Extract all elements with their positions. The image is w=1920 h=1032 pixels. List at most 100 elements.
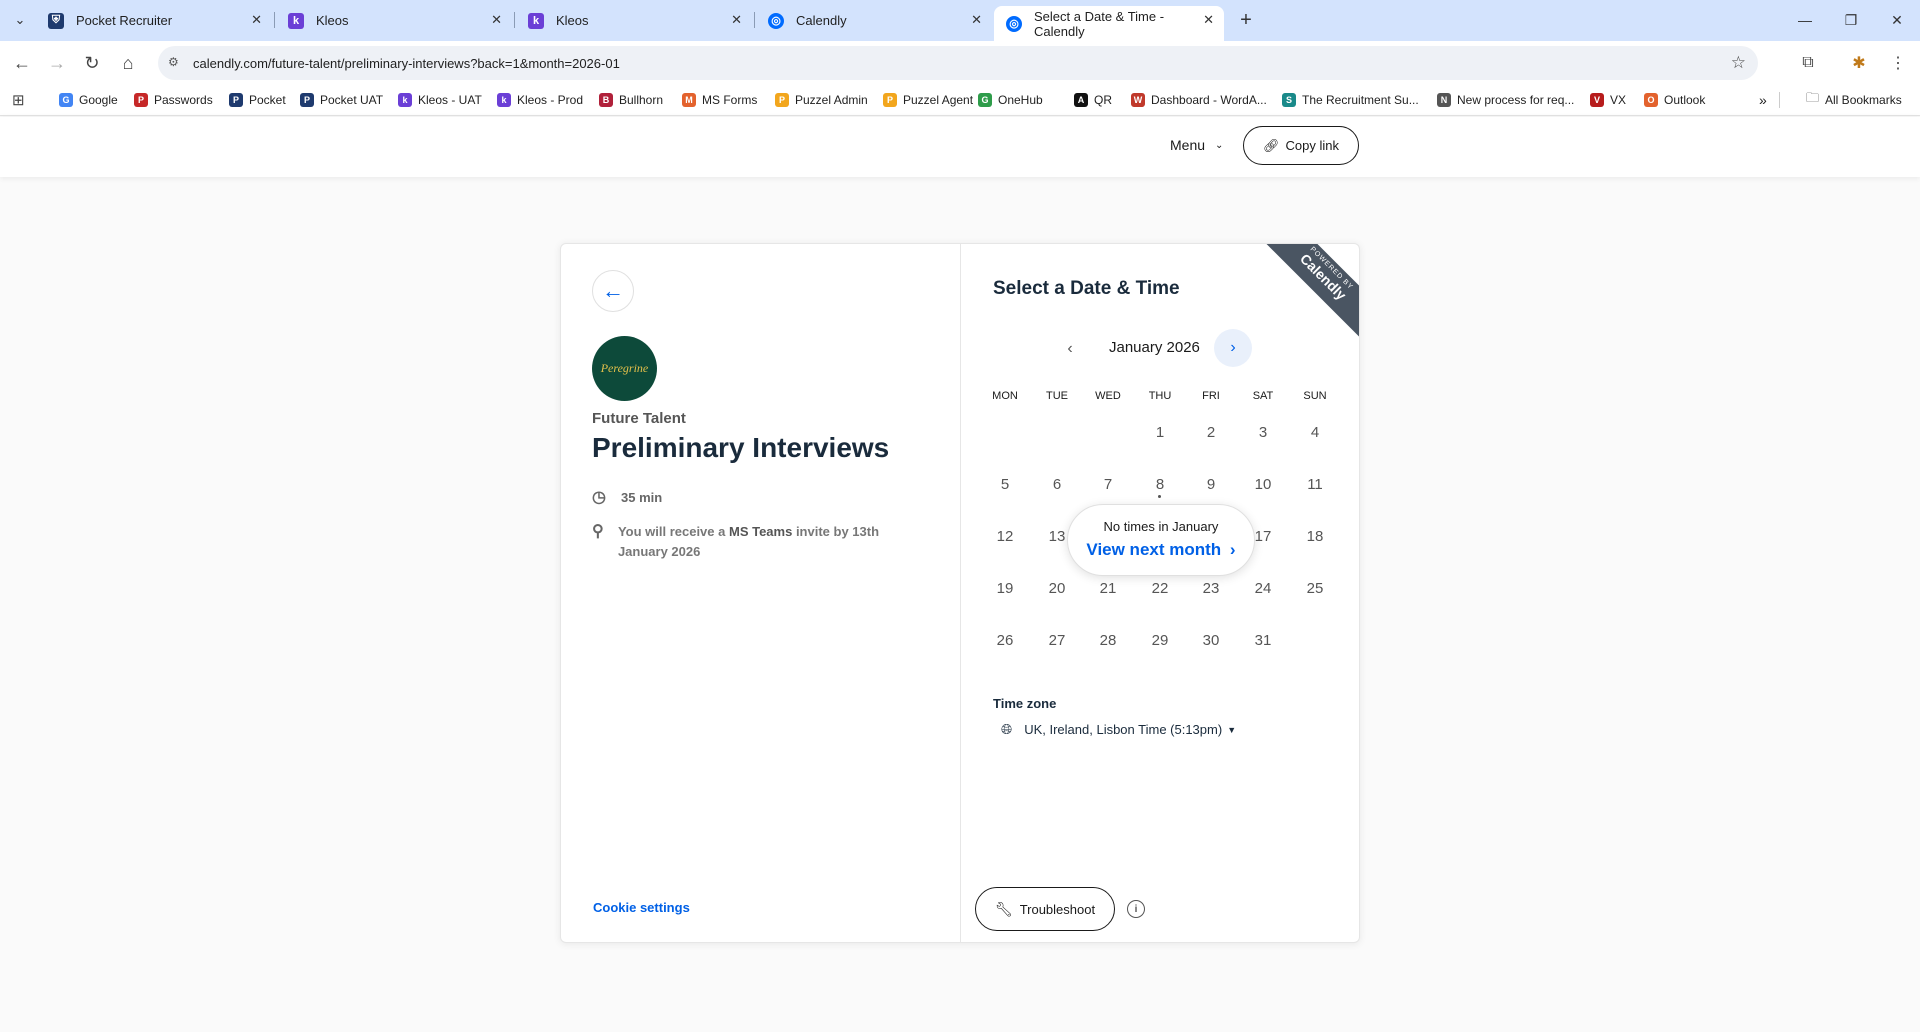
bookmark-favicon-icon: N: [1437, 93, 1451, 107]
info-icon[interactable]: i: [1127, 900, 1145, 918]
timezone-select[interactable]: 🌐︎ UK, Ireland, Lisbon Time (5:13pm) ▼: [1001, 721, 1236, 738]
restore-icon[interactable]: ❐: [1836, 8, 1866, 32]
bookmark-favicon-icon: B: [599, 93, 613, 107]
calendar-day-number: 8: [1155, 475, 1165, 493]
extensions-icon[interactable]: ⧉: [1795, 50, 1821, 76]
cookie-settings-link[interactable]: Cookie settings: [593, 900, 690, 915]
close-icon[interactable]: ✕: [731, 12, 742, 28]
close-icon[interactable]: ✕: [971, 12, 982, 28]
calendar-day-number: 22: [1151, 579, 1169, 597]
tab-search-chevron-icon[interactable]: ⌄: [8, 8, 32, 32]
new-tab-button[interactable]: +: [1233, 7, 1259, 33]
site-info-icon[interactable]: ⚙: [168, 55, 184, 71]
bookmark-favicon-icon: P: [134, 93, 148, 107]
profile-icon[interactable]: ✱: [1846, 50, 1872, 76]
previous-month-button[interactable]: ‹: [1057, 336, 1083, 362]
apps-grid-icon[interactable]: ⊞: [12, 91, 25, 109]
tab-pocket-recruiter[interactable]: ⛨ Pocket Recruiter ✕: [36, 6, 272, 35]
weekday-header: WED: [1095, 390, 1121, 402]
bookmark-favicon-icon: A: [1074, 93, 1088, 107]
calendar-day-number: 1: [1155, 423, 1165, 441]
calendly-icon: ◎: [1006, 15, 1022, 32]
close-icon[interactable]: ✕: [1203, 12, 1214, 28]
menu-button[interactable]: Menu ⌄: [1170, 137, 1223, 153]
bookmark-item[interactable]: k Kleos - Prod: [497, 91, 583, 109]
tab-title: Select a Date & Time - Calendly: [1034, 8, 1165, 39]
calendar-day: 2: [1189, 410, 1233, 454]
more-bookmarks-icon[interactable]: »: [1759, 91, 1767, 109]
tab-calendly[interactable]: ◎ Calendly ✕: [756, 6, 992, 35]
troubleshoot-button[interactable]: 🔧︎ Troubleshoot: [975, 887, 1115, 931]
calendar-day: 31: [1241, 618, 1285, 662]
tab-kleos-2[interactable]: k Kleos ✕: [516, 6, 752, 35]
more-vert-icon[interactable]: ⋮: [1885, 50, 1911, 76]
bookmark-item[interactable]: G Google: [59, 91, 118, 109]
address-bar[interactable]: ⚙ calendly.com/future-talent/preliminary…: [158, 46, 1758, 80]
bookmark-item[interactable]: S The Recruitment Su...: [1282, 91, 1419, 109]
location-text: You will receive a MS Teams invite by 13…: [618, 522, 912, 562]
calendar-day-number: 28: [1099, 631, 1117, 649]
chevron-right-icon: ›: [1229, 540, 1236, 559]
bookmark-label: Kleos - Prod: [517, 93, 584, 107]
calendar-day-number: 9: [1206, 475, 1216, 493]
organization-name: Future Talent: [592, 410, 686, 427]
copy-link-button[interactable]: 🔗︎ Copy link: [1243, 126, 1359, 165]
bookmark-item[interactable]: N New process for req...: [1437, 91, 1574, 109]
calendar-day-number: 18: [1306, 527, 1324, 545]
reload-icon[interactable]: ↻: [79, 50, 105, 76]
home-icon[interactable]: ⌂: [115, 50, 141, 76]
bookmark-item[interactable]: P Puzzel Agent: [883, 91, 973, 109]
window-close-icon[interactable]: ✕: [1882, 8, 1912, 32]
location-pre: You will receive a: [617, 524, 729, 539]
organization-logo: Peregrine: [592, 336, 657, 401]
tab-title: Calendly: [796, 13, 847, 28]
forward-arrow-icon[interactable]: →: [44, 50, 70, 76]
bookmark-star-icon[interactable]: ☆: [1731, 53, 1746, 73]
calendar-day-number: 5: [1000, 475, 1010, 493]
bookmarks-bar: ⊞ G Google P Passwords P Pocket P Pocket UAT k Kl…: [0, 84, 1920, 116]
calendar-day-number: 10: [1254, 475, 1272, 493]
calendar-day-number: 12: [996, 527, 1014, 545]
folder-icon: 🗀: [1806, 90, 1820, 105]
browser-toolbar: ← → ↻ ⌂ ⚙ calendly.com/future-talent/pre…: [0, 41, 1920, 84]
timezone-label: Time zone: [993, 696, 1057, 711]
browser-tab-strip: ⌄ ⛨ Pocket Recruiter ✕ k Kleos ✕ k Kleos…: [0, 0, 1920, 41]
troubleshoot-label: Troubleshoot: [1019, 901, 1096, 917]
close-icon[interactable]: ✕: [491, 12, 502, 28]
minimize-icon[interactable]: —: [1790, 8, 1820, 32]
bookmark-label: Dashboard - WordA...: [1151, 93, 1267, 107]
next-month-button[interactable]: ›: [1214, 329, 1252, 367]
bookmark-item[interactable]: W Dashboard - WordA...: [1131, 91, 1267, 109]
chevron-right-icon: ›: [1230, 339, 1236, 356]
bookmark-item[interactable]: P Pocket UAT: [300, 91, 383, 109]
back-button[interactable]: ←: [592, 270, 634, 312]
bookmark-item[interactable]: B Bullhorn: [599, 91, 663, 109]
bookmark-item[interactable]: P Pocket: [229, 91, 286, 109]
bookmark-item[interactable]: G OneHub: [978, 91, 1043, 109]
bookmark-item[interactable]: V VX: [1590, 91, 1626, 109]
wrench-icon: 🔧︎: [994, 900, 1013, 917]
close-icon[interactable]: ✕: [251, 12, 262, 28]
calendar-day: 30: [1189, 618, 1233, 662]
bookmark-favicon-icon: P: [229, 93, 243, 107]
caret-down-icon: ▼: [1227, 724, 1237, 735]
kleos-icon: k: [528, 12, 544, 29]
bookmark-item[interactable]: O Outlook: [1644, 91, 1705, 109]
all-bookmarks-button[interactable]: 🗀 All Bookmarks: [1806, 90, 1902, 109]
view-next-month-button[interactable]: View next month ›: [1068, 540, 1254, 560]
tab-kleos-1[interactable]: k Kleos ✕: [276, 6, 512, 35]
bookmark-label: Bullhorn: [619, 93, 664, 107]
bookmark-item[interactable]: P Puzzel Admin: [775, 91, 868, 109]
calendar-day-number: 20: [1048, 579, 1066, 597]
bookmark-item[interactable]: A QR: [1074, 91, 1112, 109]
tab-select-date-time[interactable]: ◎ Select a Date & Time - Calendly ✕: [994, 6, 1224, 41]
bookmark-item[interactable]: P Passwords: [134, 91, 213, 109]
calendar-day: 6: [1035, 462, 1079, 506]
bookmark-item[interactable]: k Kleos - UAT: [398, 91, 482, 109]
back-arrow-icon[interactable]: ←: [9, 50, 35, 76]
calendar-day-number: 31: [1254, 631, 1272, 649]
globe-icon: 🌐︎: [1001, 721, 1013, 737]
bookmark-item[interactable]: M MS Forms: [682, 91, 757, 109]
powered-by-calendly-ribbon[interactable]: POWERED BY Calendly: [1258, 244, 1359, 342]
url-text[interactable]: calendly.com/future-talent/preliminary-i…: [193, 56, 620, 71]
